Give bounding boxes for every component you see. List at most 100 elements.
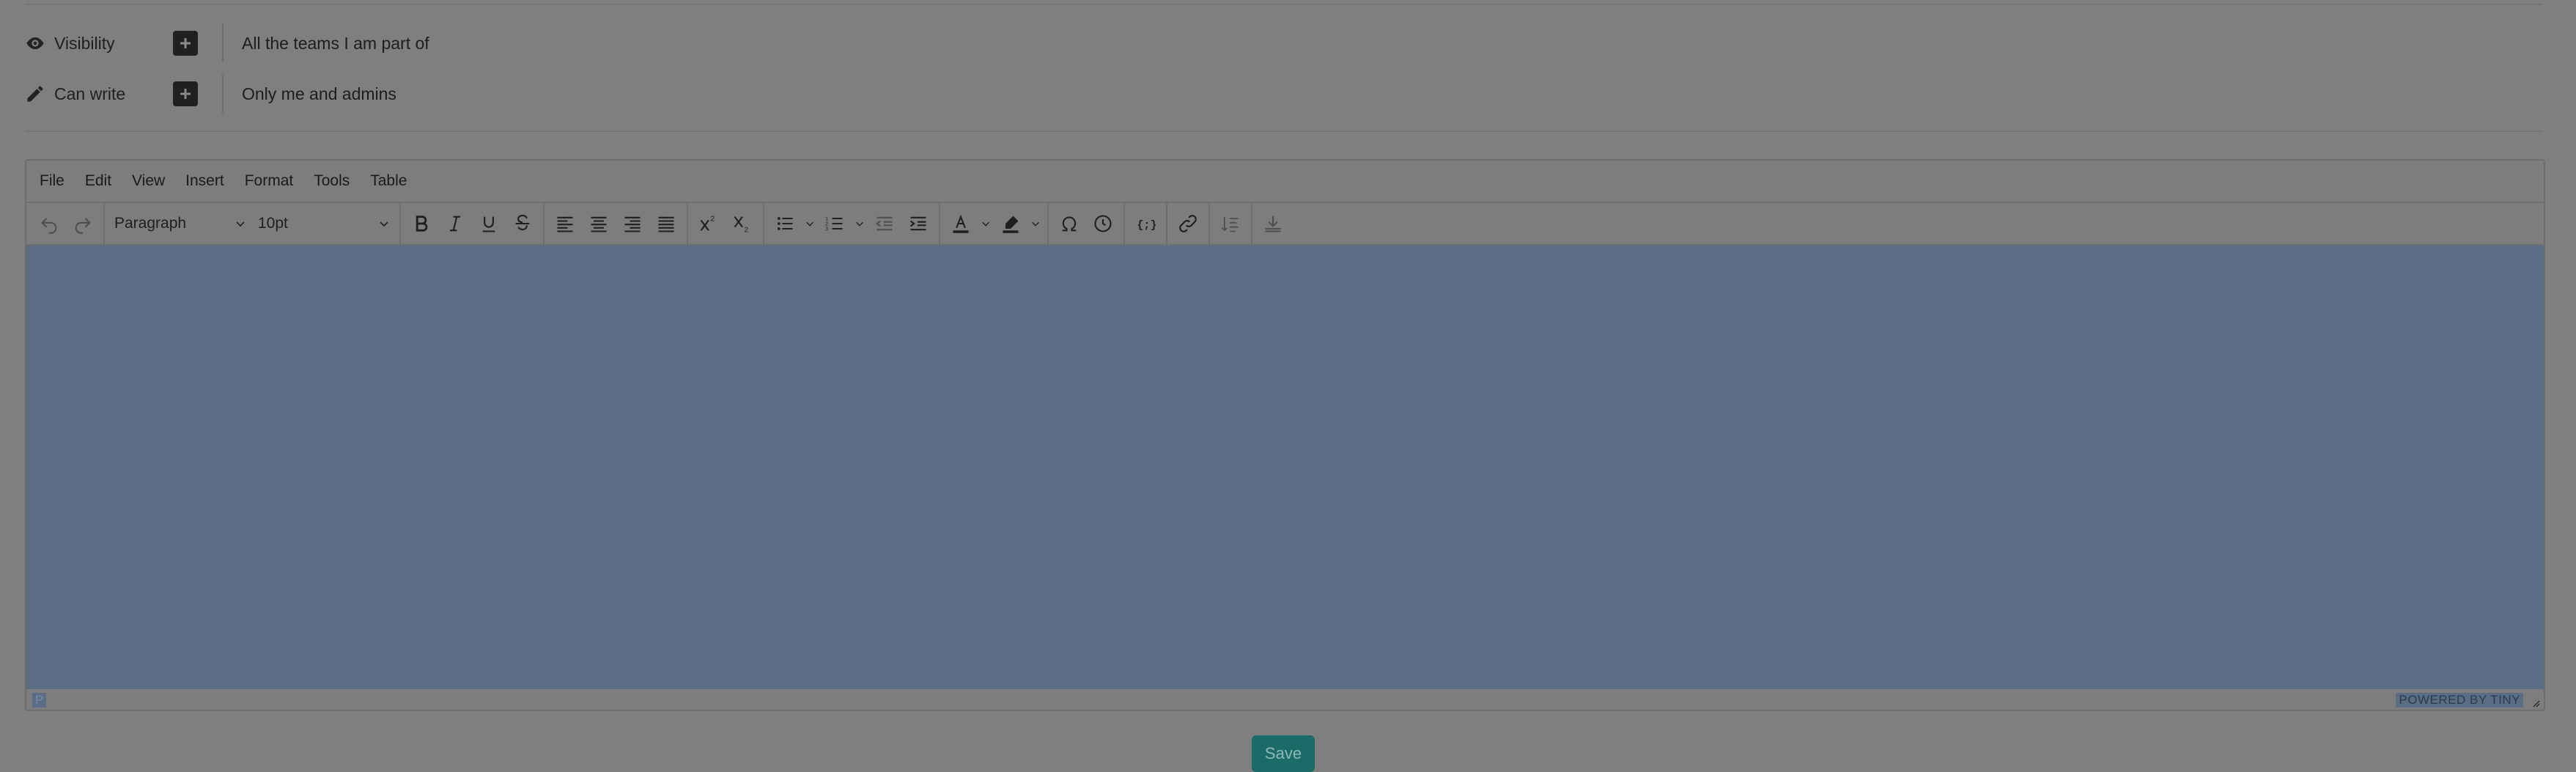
underline-button[interactable] bbox=[472, 207, 506, 240]
element-path[interactable]: P bbox=[32, 693, 47, 707]
numbered-list-split: 123 bbox=[818, 207, 868, 240]
align-right-icon bbox=[624, 216, 641, 232]
editor-content-area[interactable] bbox=[26, 246, 2544, 689]
link-button[interactable] bbox=[1171, 207, 1205, 240]
visibility-value[interactable]: All the teams I am part of bbox=[242, 34, 429, 54]
redo-icon bbox=[75, 218, 91, 234]
svg-text:2: 2 bbox=[744, 226, 748, 234]
toolbar-separator bbox=[399, 203, 401, 244]
svg-text:2: 2 bbox=[825, 221, 828, 227]
outdent-button[interactable] bbox=[868, 207, 901, 240]
chevron-down-icon bbox=[380, 221, 388, 227]
highlight-color-dropdown[interactable] bbox=[1027, 207, 1044, 240]
undo-button[interactable] bbox=[32, 207, 66, 240]
download-icon bbox=[1265, 216, 1281, 232]
menu-file[interactable]: File bbox=[40, 172, 64, 190]
bullet-list-icon bbox=[777, 217, 793, 230]
powered-by-link[interactable]: POWERED BY TINY bbox=[2396, 693, 2523, 707]
toolbar-separator bbox=[103, 203, 105, 244]
can-write-label: Can write bbox=[54, 84, 126, 103]
can-write-row: Can write Only me and admins bbox=[25, 72, 396, 116]
resize-handle-icon[interactable] bbox=[2529, 696, 2541, 708]
editor-statusbar: P POWERED BY TINY bbox=[26, 691, 2544, 710]
chevron-down-icon bbox=[1032, 221, 1039, 227]
can-write-value[interactable]: Only me and admins bbox=[242, 84, 396, 104]
font-size-value: 10pt bbox=[258, 215, 288, 232]
visibility-row: Visibility All the teams I am part of bbox=[25, 21, 429, 65]
svg-text:1: 1 bbox=[825, 216, 828, 221]
chevron-down-icon bbox=[806, 221, 813, 227]
align-right-button[interactable] bbox=[616, 207, 649, 240]
menu-tools[interactable]: Tools bbox=[314, 172, 350, 190]
line-height-icon bbox=[1221, 216, 1239, 232]
superscript-button[interactable]: 2 bbox=[692, 207, 726, 240]
font-size-select[interactable]: 10pt bbox=[252, 207, 396, 240]
line-height-button[interactable] bbox=[1214, 207, 1247, 240]
highlighter-icon bbox=[1003, 216, 1019, 233]
highlight-color-button[interactable] bbox=[994, 207, 1027, 240]
menu-view[interactable]: View bbox=[132, 172, 165, 190]
align-left-icon bbox=[557, 216, 573, 232]
link-icon bbox=[1179, 215, 1197, 232]
insert-datetime-button[interactable] bbox=[1086, 207, 1120, 240]
can-write-add-button[interactable] bbox=[173, 81, 198, 106]
menu-format[interactable]: Format bbox=[245, 172, 294, 190]
numbered-list-button[interactable]: 123 bbox=[818, 207, 852, 240]
save-button[interactable]: Save bbox=[1252, 735, 1315, 772]
numbered-list-icon: 123 bbox=[825, 216, 843, 232]
bold-icon bbox=[416, 216, 428, 232]
rich-text-editor: File Edit View Insert Format Tools Table… bbox=[25, 159, 2545, 711]
text-color-dropdown[interactable] bbox=[978, 207, 994, 240]
strikethrough-button[interactable] bbox=[506, 207, 539, 240]
text-color-split bbox=[944, 207, 994, 240]
menu-table[interactable]: Table bbox=[370, 172, 407, 190]
outdent-icon bbox=[875, 216, 893, 231]
indent-icon bbox=[909, 216, 926, 231]
section-divider bbox=[25, 130, 2542, 132]
underline-icon bbox=[482, 216, 495, 232]
plus-icon bbox=[180, 89, 191, 99]
bold-button[interactable] bbox=[405, 207, 438, 240]
numbered-list-dropdown[interactable] bbox=[852, 207, 868, 240]
menu-edit[interactable]: Edit bbox=[85, 172, 111, 190]
omega-icon bbox=[1062, 216, 1077, 232]
can-write-divider bbox=[222, 75, 224, 113]
align-justify-button[interactable] bbox=[649, 207, 683, 240]
italic-icon bbox=[450, 216, 460, 232]
can-write-label-group: Can write bbox=[25, 84, 146, 104]
chevron-down-icon bbox=[982, 221, 989, 227]
chevron-down-icon bbox=[236, 221, 245, 227]
toolbar-separator bbox=[1047, 203, 1049, 244]
subscript-button[interactable]: 2 bbox=[726, 207, 759, 240]
redo-button[interactable] bbox=[66, 207, 100, 240]
visibility-add-button[interactable] bbox=[173, 31, 198, 56]
text-color-button[interactable] bbox=[944, 207, 978, 240]
align-center-icon bbox=[591, 216, 607, 232]
pencil-icon bbox=[27, 86, 43, 102]
svg-text:{;}: {;} bbox=[1137, 218, 1156, 232]
top-divider bbox=[25, 4, 2542, 5]
align-center-button[interactable] bbox=[582, 207, 616, 240]
editor-toolbar: Paragraph 10pt 2 2 1 2 3 {;} bbox=[26, 203, 2544, 246]
toolbar-separator bbox=[1251, 203, 1252, 244]
toolbar-separator bbox=[939, 203, 940, 244]
svg-text:3: 3 bbox=[825, 227, 828, 232]
italic-button[interactable] bbox=[438, 207, 472, 240]
chevron-down-icon bbox=[856, 221, 863, 227]
indent-button[interactable] bbox=[901, 207, 935, 240]
block-format-select[interactable]: Paragraph bbox=[108, 207, 252, 240]
bullet-list-dropdown[interactable] bbox=[802, 207, 818, 240]
align-left-button[interactable] bbox=[548, 207, 582, 240]
special-character-button[interactable] bbox=[1052, 207, 1086, 240]
code-braces-icon: {;} bbox=[1137, 218, 1156, 232]
bullet-list-button[interactable] bbox=[768, 207, 802, 240]
strikethrough-icon bbox=[515, 214, 530, 231]
visibility-divider bbox=[222, 24, 224, 62]
menu-insert[interactable]: Insert bbox=[185, 172, 224, 190]
highlight-color-split bbox=[994, 207, 1044, 240]
text-color-icon bbox=[953, 214, 969, 233]
editor-menubar: File Edit View Insert Format Tools Table bbox=[26, 161, 2544, 203]
code-sample-button[interactable]: {;} bbox=[1129, 207, 1162, 240]
plus-icon bbox=[180, 38, 191, 48]
export-button[interactable] bbox=[1256, 207, 1290, 240]
